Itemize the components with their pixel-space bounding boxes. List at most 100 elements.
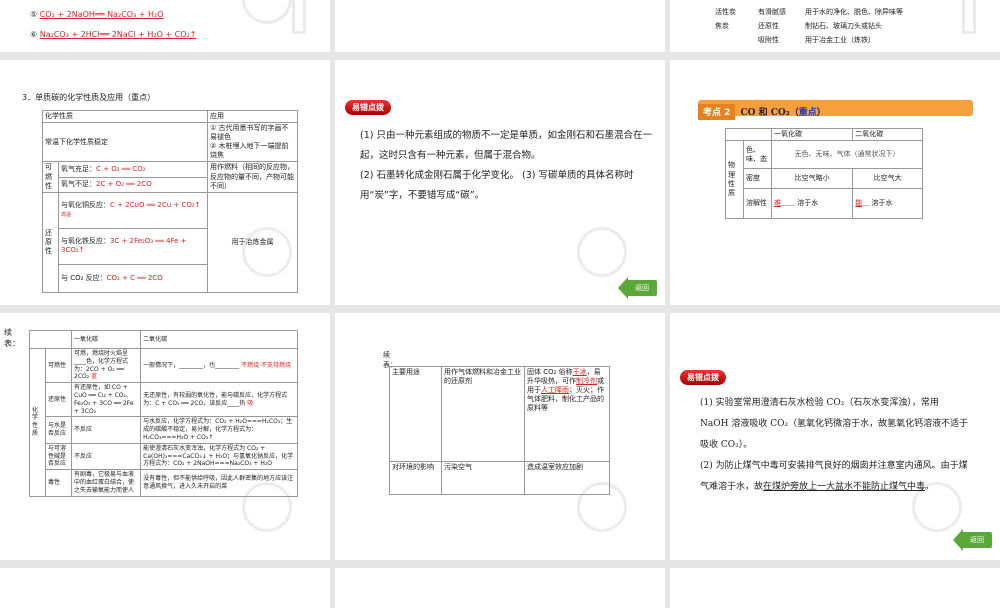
table-cell: 与 CO₂ 反应：CO₂ + C ══ 2CO xyxy=(58,263,208,293)
table-cell: 氧气不足：2C + O₂ ══ 2CO xyxy=(58,176,208,193)
text: 不支持燃烧 xyxy=(261,361,292,369)
item-number: ⑥ xyxy=(30,30,38,39)
table-cell: ① 古代用墨书写的字画不易褪色 ② 木桩埋入地下一端提前烧焦 xyxy=(207,122,298,163)
text: C + O₂ ══ CO₂ xyxy=(96,164,146,173)
use-column: 用于水的净化、脱色、除异味等 制钻石、玻璃刀头或钻头 用于冶金工业（炼铁） xyxy=(805,5,903,47)
slide-thumbnail[interactable]: 考点 2 CO 和 CO₂（重点） 一氧化碳 二氧化碳 物理性质 色、味、态 无色、无… xyxy=(670,60,1000,305)
table-cell xyxy=(725,127,772,142)
table-cell: 可燃性 xyxy=(42,161,59,193)
carbon-left-column: 活性炭 焦炭 xyxy=(715,5,736,33)
text: 固体 CO₂ 俗称 xyxy=(527,368,573,376)
table-cell xyxy=(29,330,72,349)
text: 制冷剂 xyxy=(576,377,597,386)
table-cell: 化学性质 xyxy=(42,109,208,124)
table-row: 还原性 与氧化铜反应：C + 2CuO ══ 2Cu + CO₂↑ 高温 用于冶炼金… xyxy=(42,191,298,293)
table-row: 一氧化碳 二氧化碳 xyxy=(725,127,923,142)
table-cell: 有还原性，如 CO + CuO ══ Cu + CO₂、Fe₂O₃ + 3CO … xyxy=(70,382,142,418)
text: 高温 xyxy=(61,212,72,219)
slide-thumbnail[interactable]: ⑤ CO₂ + 2NaOH══ Na₂CO₃ + H₂O ⑥ Na₂CO₃ + … xyxy=(0,0,330,52)
slide-thumbnail[interactable] xyxy=(0,568,330,608)
table-cell: 物理性质 xyxy=(725,140,744,220)
table-cell: 能＿ 溶于水 xyxy=(852,188,923,220)
slide-thumbnail[interactable]: 活性炭 焦炭 有滑腻感还原性吸附性 用于水的净化、脱色、除异味等 制钻石、玻璃刀头或… xyxy=(670,0,1000,52)
table-row: 还原性 有还原性，如 CO + CuO ══ Cu + CO₂、Fe₂O₃ + 3… xyxy=(30,382,298,418)
text: 有滑腻感 xyxy=(758,8,786,16)
text: 能 xyxy=(855,199,863,208)
table-cell: 比空气略小 xyxy=(770,168,854,190)
table-cell: 常温下化学性质稳定 xyxy=(42,122,208,163)
text: 用于水的净化、脱色、除异味等 xyxy=(805,8,903,16)
table-cell: 一氧化碳 xyxy=(770,127,854,142)
table-cell: 用于冶炼金属 xyxy=(207,191,298,293)
text: 在煤炉旁放上一大盆水不能防止煤气中毒 xyxy=(763,482,926,492)
table-cell: 与水是否反应 xyxy=(45,416,72,444)
back-button[interactable]: 返回 xyxy=(618,277,657,299)
text xyxy=(962,0,976,34)
slide-thumbnail[interactable] xyxy=(335,0,665,52)
table-cell: 比空气大 xyxy=(852,168,923,190)
carbon-chem-table: 化学性质 应用 常温下化学性质稳定 ① 古代用墨书写的字画不易褪色 ② 木桩埋入地下… xyxy=(42,109,298,293)
table-cell: 对环境的影响 xyxy=(389,461,442,495)
table-cell: 用作气体燃料和冶金工业的还原剂 xyxy=(441,366,525,462)
text: 还原性 xyxy=(758,22,779,30)
text: 。 xyxy=(925,482,935,492)
table-cell: 主要用途 xyxy=(389,366,442,462)
text: 吸 xyxy=(247,399,254,407)
text: 化学性质 应用 常温下化学性质稳定 ① 古代用墨书写的字画不易褪色 ② 木桩埋入地下… xyxy=(42,109,298,293)
text: 与氧化铜反应： xyxy=(61,201,110,210)
text: 主要用途 用作气体燃料和冶金工业的还原剂 固体 CO₂ 俗称干冰，易升华吸热，可作… xyxy=(389,366,610,495)
table-cell: 无色、无味、气体（通常状况下） xyxy=(771,140,923,170)
table-cell: 一般情况下，________，也________ 不燃烧 不支持燃烧 xyxy=(140,347,298,384)
table-cell: 与水反应，化学方程式为：CO₂ + H₂O===H₂CO₃；生成的碳酸不稳定，易… xyxy=(140,416,298,444)
text: 氧气充足： xyxy=(61,164,96,173)
table-cell: 用作燃料（相同的反应物，反应物的量不同，产物可能不同） xyxy=(207,161,298,193)
text: 蓝 xyxy=(91,373,98,381)
tip-paragraph-2: (2) 石墨转化成金刚石属于化学变化。 (3) 写碳单质的具体名称时用“炭”字，… xyxy=(360,170,634,201)
tip-paragraph-1: (1) 实验室常用澄清石灰水检验 CO₂（石灰水变浑浊），常用 NaOH 溶液吸… xyxy=(700,398,969,450)
table-cell: 氧气充足：C + O₂ ══ CO₂ xyxy=(58,161,208,178)
slide-thumbnail[interactable]: 续表： 主要用途 用作气体燃料和冶金工业的还原剂 固体 CO₂ 俗称干冰，易升华吸… xyxy=(335,313,665,560)
text: 重点 xyxy=(798,108,817,118)
text: 难 xyxy=(774,199,781,208)
table-cell: 二氧化碳 xyxy=(140,330,298,349)
slide-thumbnail[interactable]: 续表： 一氧化碳 二氧化碳 化学性质 可燃性 可燃，燃烧时火焰呈____色，化学方程式… xyxy=(0,313,330,560)
text: ⑤ CO₂ + 2NaOH══ Na₂CO₃ + H₂O xyxy=(30,10,164,19)
table-row: 一氧化碳 二氧化碳 xyxy=(29,330,298,349)
text xyxy=(292,0,306,34)
slide-thumbnail[interactable]: 易错点拨 (1) 只由一种元素组成的物质不一定是单质，如金刚石和石墨混合在一起，… xyxy=(335,60,665,305)
table-cell: 化学性质 xyxy=(29,348,46,497)
table-cell: 一氧化碳 xyxy=(70,330,142,349)
slide-thumbnail[interactable]: 3．单质碳的化学性质及应用（重点） 化学性质 应用 常温下化学性质稳定 ① 古代用墨… xyxy=(0,60,330,305)
lab-glassware-decoration xyxy=(232,0,322,44)
slide-thumbnail[interactable] xyxy=(670,568,1000,608)
equation: CO₂ + 2NaOH══ Na₂CO₃ + H₂O xyxy=(39,10,164,19)
co-co2-use-table: 主要用途 用作气体燃料和冶金工业的还原剂 固体 CO₂ 俗称干冰，易升华吸热，可作… xyxy=(389,366,610,495)
text: CO 和 CO₂（ xyxy=(740,108,799,118)
text: 溶于水 xyxy=(797,199,819,208)
text: 与氧化铁反应： xyxy=(61,237,110,246)
table-row: 与可溶性碱是否反应 不反应 能使澄清石灰水变浑浊，化学方程式为 CO₂ + Ca(O… xyxy=(30,442,298,471)
table-cell: 没有毒性，但不能供给呼吸，因此人群密集的地方应该注意通风换气，进入久未开启的菜 xyxy=(140,469,298,497)
table-cell: 可燃性 xyxy=(45,347,72,384)
slide-thumbnail[interactable] xyxy=(335,568,665,608)
table-row: 常温下化学性质稳定 ① 古代用墨书写的字画不易褪色 ② 木桩埋入地下一端提前烧焦 xyxy=(42,122,298,163)
table-cell: 与氧化铜反应：C + 2CuO ══ 2Cu + CO₂↑ 高温 xyxy=(58,191,208,229)
continued-label: 续表： xyxy=(4,328,20,348)
table-row: 与水是否反应 不反应 与水反应，化学方程式为：CO₂ + H₂O===H₂CO₃；生… xyxy=(30,416,298,444)
slide-thumbnail[interactable]: 易错点拨 (1) 实验室常用澄清石灰水检验 CO₂（石灰水变浑浊），常用 NaO… xyxy=(670,313,1000,560)
table-cell: 应用 xyxy=(207,109,298,124)
table-row: 对环境的影响 污染空气 造成温室效应加剧 xyxy=(389,461,610,495)
back-button[interactable]: 返回 xyxy=(953,529,992,551)
table-cell: 与可溶性碱是否反应 xyxy=(45,442,72,471)
topic-header-bar: 考点 2 CO 和 CO₂（重点） xyxy=(698,100,973,120)
text: 活性炭 xyxy=(715,8,736,16)
table-cell: 溶解性 xyxy=(743,188,772,220)
table-row: 主要用途 用作气体燃料和冶金工业的还原剂 固体 CO₂ 俗称干冰，易升华吸热，可作… xyxy=(389,366,610,462)
table-row: 物理性质 色、味、态 无色、无味、气体（通常状况下） xyxy=(725,140,923,220)
property-column: 有滑腻感还原性吸附性 xyxy=(758,5,786,47)
equation: Na₂CO₃ + 2HCl══ 2NaCl + H₂O + CO₂↑ xyxy=(39,30,197,39)
table-cell: 还原性 xyxy=(42,191,59,293)
text: 吸附性 xyxy=(758,36,779,44)
text: 2C + O₂ ══ 2CO xyxy=(96,180,152,189)
text: 与 CO₂ 反应： xyxy=(61,273,107,282)
